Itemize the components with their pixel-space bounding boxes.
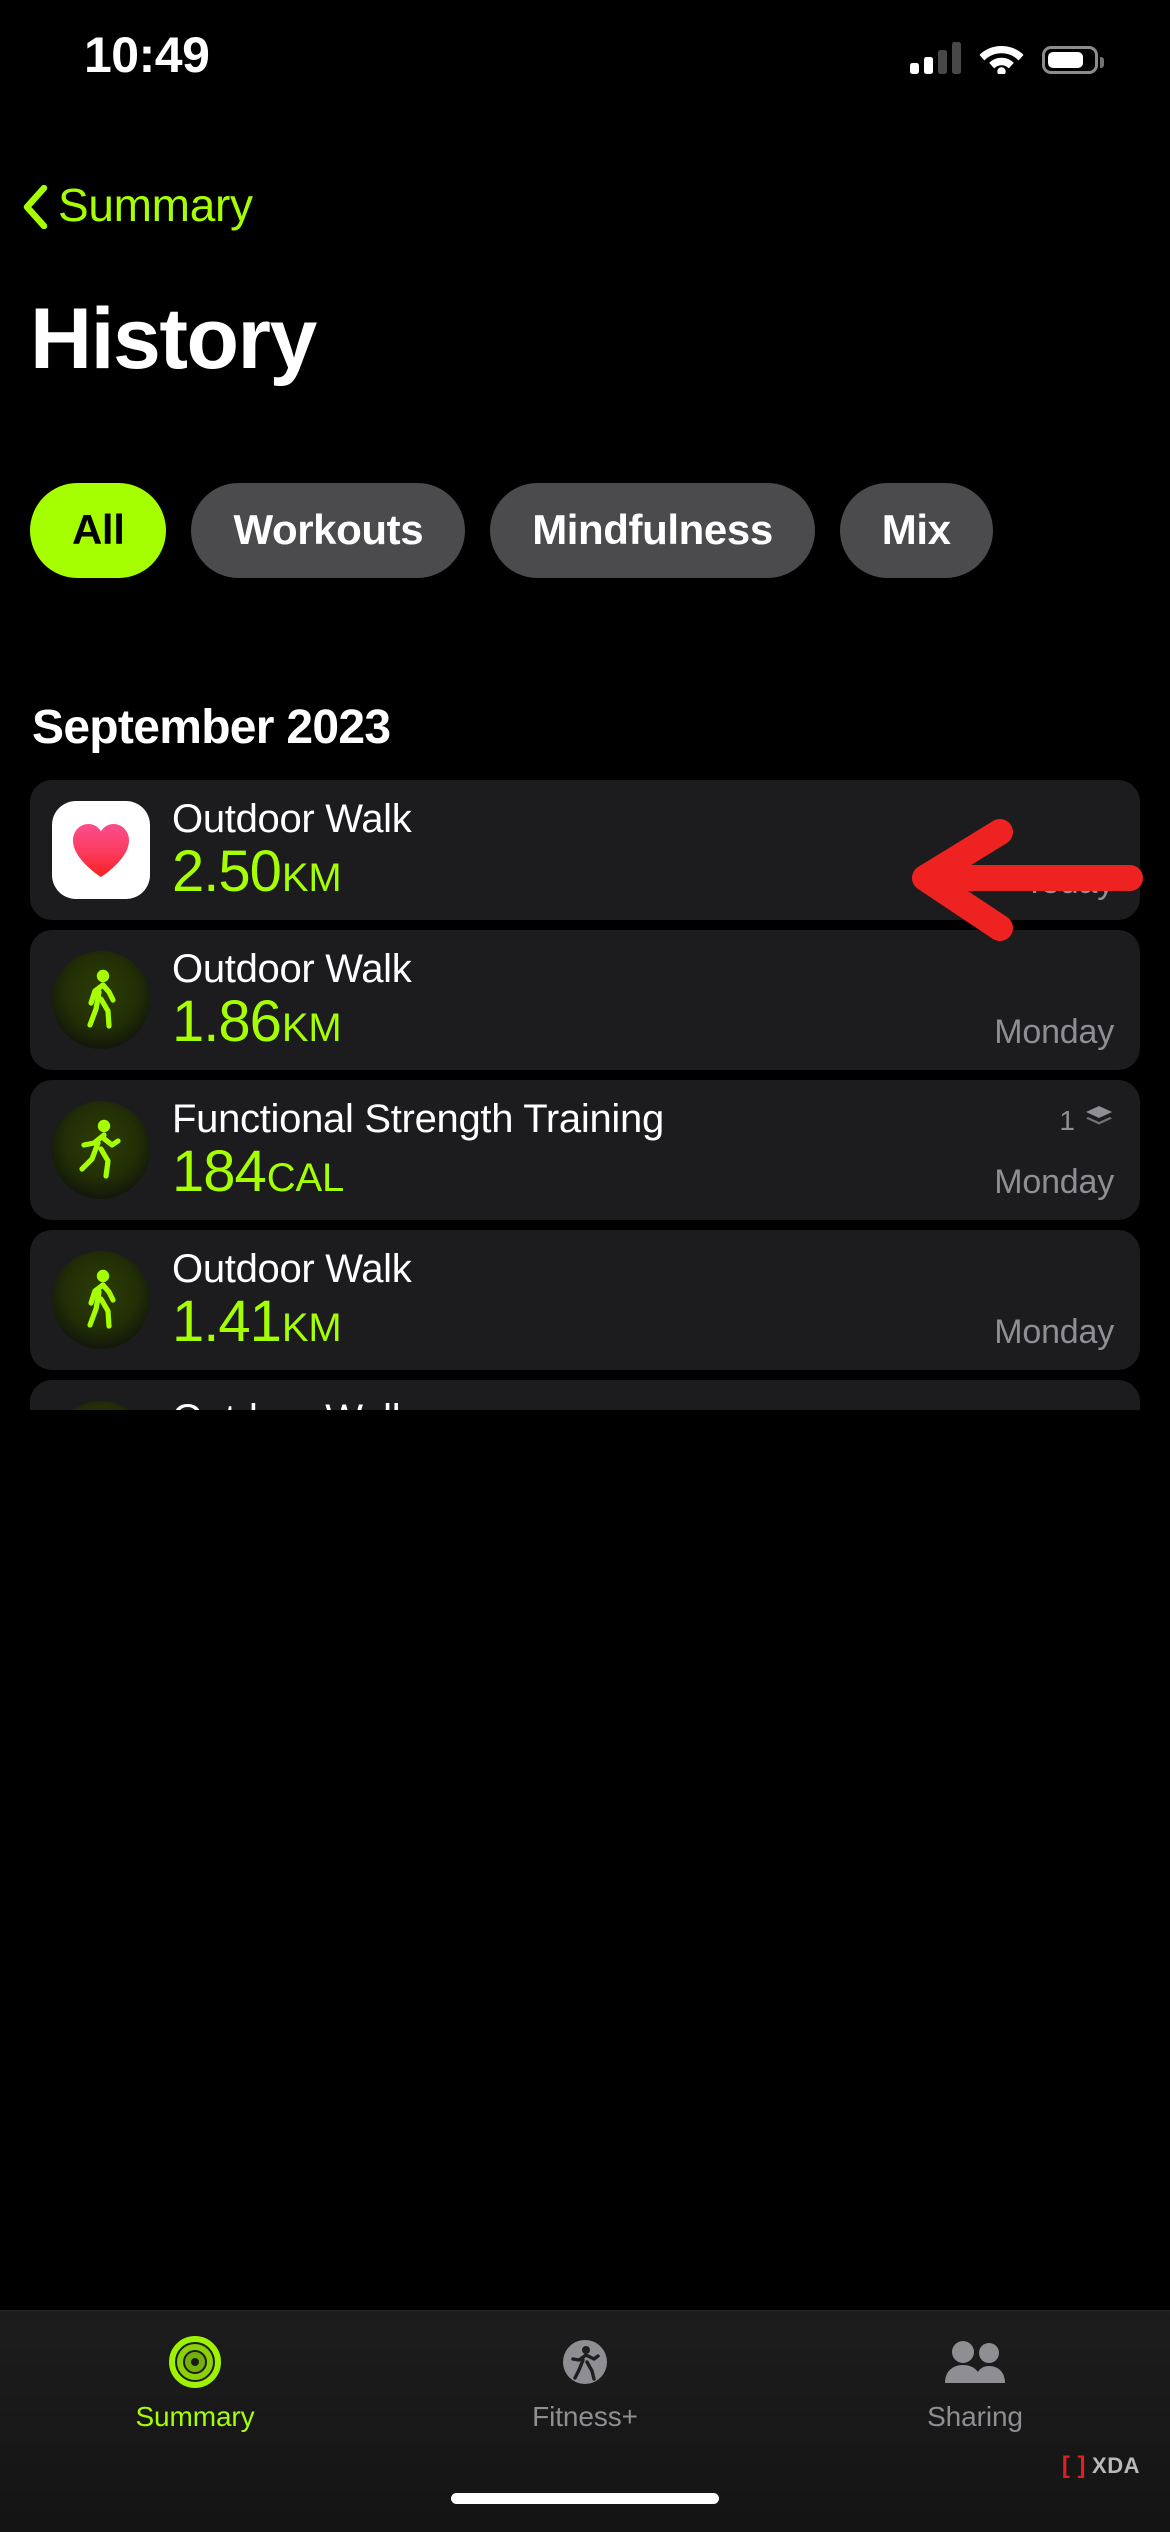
tab-fitness-plus[interactable]: Fitness+ (390, 2333, 780, 2433)
back-to-summary-button[interactable]: Summary (22, 178, 253, 232)
workout-metric: 1.86 KM (172, 988, 411, 1054)
walking-person-icon (52, 951, 150, 1049)
home-indicator[interactable] (451, 2493, 719, 2504)
filter-chip-label: Mix (881, 506, 951, 553)
filter-chip-label: Mindfulness (532, 506, 773, 553)
workout-icon (52, 951, 150, 1049)
tab-summary[interactable]: Summary (0, 2333, 390, 2433)
status-bar-indicators (910, 28, 1104, 76)
month-section-header: September 2023 (32, 701, 391, 754)
filter-chip-label: All (72, 506, 125, 553)
workout-info: Functional Strength Training 184 CAL (172, 1098, 664, 1203)
people-icon (942, 2333, 1008, 2391)
workout-metric-value: 2.50 (172, 838, 282, 904)
workout-day: Monday (994, 1163, 1114, 1201)
filter-chip-label: Workouts (233, 506, 424, 553)
workout-icon (52, 1251, 150, 1349)
chevron-left-icon (22, 185, 48, 229)
workout-segment-badge: 1 (1059, 1104, 1114, 1137)
tab-label: Sharing (927, 2401, 1023, 2432)
filter-chips-scroller[interactable]: All Workouts Mindfulness Mix (0, 472, 1170, 588)
page-title: History (30, 291, 317, 387)
workout-list-item[interactable]: Outdoor Walk 1.86 KM Monday (30, 930, 1140, 1070)
workout-info: Outdoor Walk 1.81KM (172, 1398, 412, 1410)
tab-label: Fitness+ (532, 2401, 638, 2432)
workout-list-item[interactable]: Outdoor Walk 1.41 KM Monday (30, 1230, 1140, 1370)
watermark-bracket: [ ] (1061, 2452, 1087, 2479)
workout-segment-count: 1 (1059, 1104, 1075, 1136)
workout-title: Outdoor Walk (172, 946, 412, 991)
workout-metric-unit: KM (281, 1305, 342, 1350)
workout-metric: 184 CAL (172, 1138, 664, 1204)
wifi-icon (979, 40, 1024, 76)
battery-icon (1042, 46, 1104, 74)
back-label: Summary (58, 179, 253, 231)
watermark-text: XDA (1092, 2453, 1140, 2478)
workout-day: Today (1024, 863, 1114, 901)
workout-metric-unit: CAL (266, 1155, 344, 1200)
workout-icon (52, 1401, 150, 1410)
workout-day: Monday (994, 1013, 1114, 1051)
stack-icon (1084, 1104, 1114, 1137)
workout-metric-value: 184 (172, 1138, 267, 1204)
workout-list-item[interactable]: Outdoor Walk 2.50 KM Today (30, 780, 1140, 920)
walking-person-icon (52, 1401, 150, 1410)
workout-icon (52, 801, 150, 899)
running-person-icon (52, 1101, 150, 1199)
xda-watermark: [ ] XDA (1062, 2452, 1140, 2480)
activity-rings-icon (167, 2333, 223, 2391)
workout-metric-value: 1.86 (172, 988, 282, 1054)
status-bar: 10:49 (0, 0, 1170, 110)
workout-info: Outdoor Walk 2.50 KM (172, 796, 412, 904)
walking-person-icon (52, 1251, 150, 1349)
workout-title: Outdoor Walk (172, 1246, 412, 1291)
status-bar-time: 10:49 (84, 27, 210, 83)
workout-day: Monday (994, 1313, 1114, 1351)
workout-title: Functional Strength Training (172, 1096, 664, 1141)
workout-info: Outdoor Walk 1.41 KM (172, 1246, 412, 1354)
workout-title: Outdoor Walk (172, 1398, 412, 1410)
workout-list-item[interactable]: Functional Strength Training 184 CAL 1 Mo… (30, 1080, 1140, 1220)
workout-metric-unit: KM (281, 1005, 342, 1050)
filter-chip-all[interactable]: All (30, 482, 167, 578)
workout-info: Outdoor Walk 1.86 KM (172, 946, 412, 1054)
health-app-heart-icon (52, 801, 150, 899)
workout-metric-value: 1.41 (172, 1288, 282, 1354)
filter-chip-workouts[interactable]: Workouts (191, 482, 466, 578)
tab-sharing[interactable]: Sharing (780, 2333, 1170, 2433)
workout-metric: 2.50 KM (172, 838, 411, 904)
cellular-signal-icon (910, 40, 961, 74)
workout-metric: 1.41 KM (172, 1288, 411, 1354)
workout-metric-unit: KM (281, 855, 342, 900)
fitness-plus-icon (557, 2333, 613, 2391)
filter-chip-mindfulness[interactable]: Mindfulness (490, 482, 815, 578)
filter-chip-mixed[interactable]: Mix (839, 482, 993, 578)
workout-history-list[interactable]: Outdoor Walk 2.50 KM Today Outdoor Walk … (30, 780, 1140, 1410)
tab-label: Summary (135, 2401, 255, 2432)
iphone-screen: 10:49 Summary History All Workouts Mindf… (0, 0, 1170, 2532)
workout-title: Outdoor Walk (172, 796, 412, 841)
workout-icon (52, 1101, 150, 1199)
workout-list-item[interactable]: Outdoor Walk 1.81KM Thursday (30, 1380, 1140, 1410)
